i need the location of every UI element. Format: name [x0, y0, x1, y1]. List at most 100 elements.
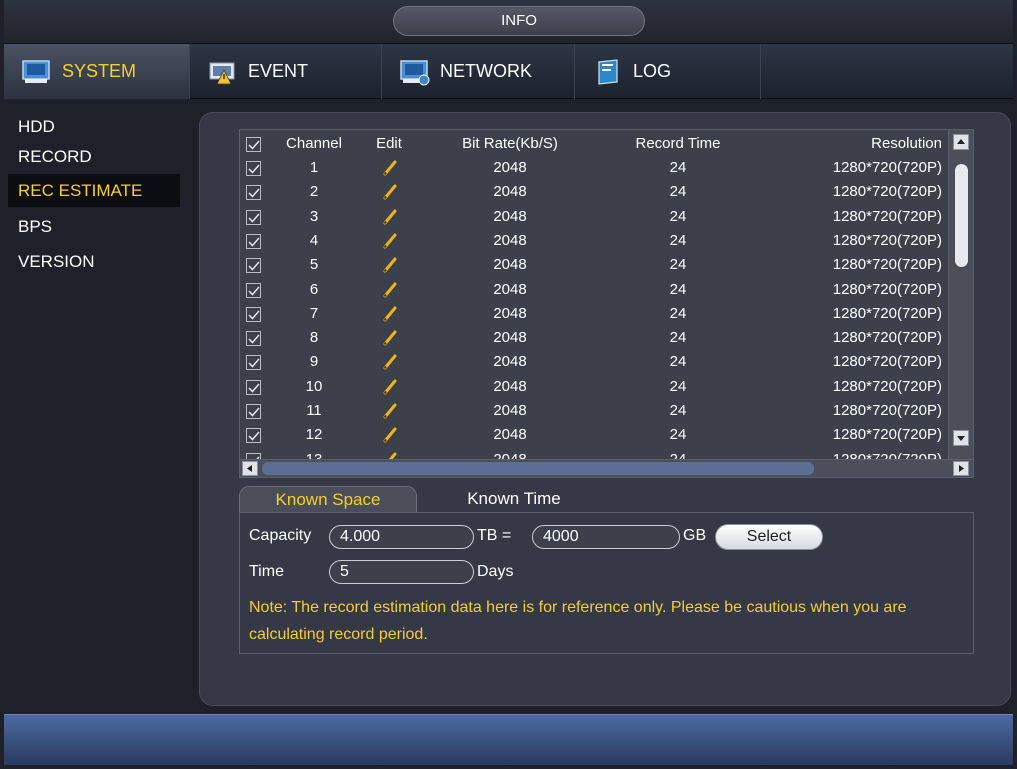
edit-pencil-icon[interactable] — [383, 160, 397, 180]
edit-pencil-icon[interactable] — [383, 233, 397, 253]
capacity-input[interactable]: 4.000 — [329, 525, 474, 549]
row-checkbox[interactable] — [246, 209, 261, 225]
channel-cell: 4 — [309, 231, 319, 249]
record-time-cell: 24 — [669, 402, 687, 419]
vertical-scroll-thumb[interactable] — [955, 164, 968, 267]
resolution-cell: 1280*720(720P) — [832, 353, 942, 371]
bitrate-cell: 2048 — [493, 256, 527, 274]
resolution-cell: 1280*720(720P) — [832, 280, 942, 298]
sidebar-item-record[interactable]: RECORD — [8, 140, 180, 173]
bitrate-cell: 2048 — [493, 402, 527, 419]
channel-cell: 9 — [309, 353, 319, 371]
header-resolution[interactable]: Resolution — [788, 132, 948, 156]
bottom-bar — [4, 714, 1013, 765]
edit-pencil-icon[interactable] — [383, 282, 397, 302]
resolution-cell: 1280*720(720P) — [832, 159, 942, 176]
edit-pencil-icon[interactable] — [383, 354, 397, 374]
table-row: 4 2048 24 1280*720(720P) — [240, 229, 948, 253]
tab-known-space[interactable]: Known Space — [239, 486, 417, 513]
vertical-scrollbar[interactable] — [948, 130, 973, 461]
channel-cell: 3 — [309, 207, 319, 225]
resolution-cell: 1280*720(720P) — [832, 329, 942, 347]
horizontal-scrollbar[interactable] — [240, 459, 973, 477]
row-checkbox[interactable] — [246, 404, 261, 419]
log-book-icon — [591, 58, 625, 86]
row-checkbox[interactable] — [246, 306, 261, 322]
table-row: 8 2048 24 1280*720(720P) — [240, 326, 948, 350]
bitrate-cell: 2048 — [493, 207, 527, 225]
row-checkbox[interactable] — [246, 185, 261, 201]
title-bar: INFO — [4, 0, 1013, 44]
channel-table: Channel Edit Bit Rate(Kb/S) Record Time … — [239, 129, 974, 478]
resolution-cell: 1280*720(720P) — [832, 377, 942, 395]
channel-cell: 1 — [309, 159, 319, 176]
table-row: 3 2048 24 1280*720(720P) — [240, 205, 948, 229]
header-record-time[interactable]: Record Time — [608, 132, 748, 156]
row-checkbox[interactable] — [246, 355, 261, 371]
scroll-up-icon[interactable] — [953, 134, 969, 150]
row-checkbox[interactable] — [246, 282, 261, 298]
network-monitor-icon — [398, 58, 432, 86]
tab-known-time[interactable]: Known Time — [425, 486, 603, 513]
header-channel[interactable]: Channel — [270, 132, 358, 156]
tab-label: SYSTEM — [62, 61, 137, 81]
record-time-cell: 24 — [669, 329, 687, 347]
gb-input[interactable]: 4000 — [532, 525, 680, 549]
system-monitor-icon — [20, 58, 54, 86]
record-time-cell: 24 — [669, 304, 687, 322]
sidebar-item-rec-estimate[interactable]: REC ESTIMATE — [8, 174, 180, 207]
tab-event[interactable]: EVENT — [190, 44, 382, 99]
tab-log[interactable]: LOG — [575, 44, 761, 99]
edit-pencil-icon[interactable] — [383, 330, 397, 350]
main-tab-bar: SYSTEM EVENT NETWORK LOG — [4, 44, 1013, 99]
table-header: Channel Edit Bit Rate(Kb/S) Record Time … — [240, 132, 948, 156]
edit-pencil-icon[interactable] — [383, 257, 397, 277]
bitrate-cell: 2048 — [493, 353, 527, 371]
row-checkbox[interactable] — [246, 233, 261, 249]
select-all-checkbox[interactable] — [246, 137, 261, 152]
resolution-cell: 1280*720(720P) — [832, 402, 942, 419]
resolution-cell: 1280*720(720P) — [832, 183, 942, 201]
row-checkbox[interactable] — [246, 428, 261, 444]
edit-pencil-icon[interactable] — [383, 403, 397, 423]
scroll-right-icon[interactable] — [953, 461, 969, 476]
edit-pencil-icon[interactable] — [383, 427, 397, 447]
record-time-cell: 24 — [669, 231, 687, 249]
scroll-left-icon[interactable] — [242, 461, 258, 476]
tb-label: TB = — [477, 527, 512, 544]
channel-cell: 5 — [309, 256, 319, 274]
resolution-cell: 1280*720(720P) — [832, 426, 942, 444]
edit-pencil-icon[interactable] — [383, 209, 397, 229]
bitrate-cell: 2048 — [493, 377, 527, 395]
tab-network[interactable]: NETWORK — [382, 44, 575, 99]
row-checkbox[interactable] — [246, 258, 261, 274]
record-time-cell: 24 — [669, 353, 687, 371]
record-time-cell: 24 — [669, 256, 687, 274]
row-checkbox[interactable] — [246, 379, 261, 395]
row-checkbox[interactable] — [246, 161, 261, 176]
channel-cell: 10 — [305, 377, 323, 395]
horizontal-scroll-thumb[interactable] — [262, 462, 814, 475]
sidebar: HDD RECORD REC ESTIMATE BPS VERSION — [4, 100, 190, 708]
sidebar-item-bps[interactable]: BPS — [8, 210, 180, 243]
edit-pencil-icon[interactable] — [383, 184, 397, 204]
edit-pencil-icon[interactable] — [383, 306, 397, 326]
header-edit[interactable]: Edit — [366, 132, 412, 156]
tab-system[interactable]: SYSTEM — [4, 44, 190, 99]
table-row: 5 2048 24 1280*720(720P) — [240, 253, 948, 277]
channel-cell: 2 — [309, 183, 319, 201]
sidebar-item-hdd[interactable]: HDD — [8, 110, 180, 143]
sidebar-item-version[interactable]: VERSION — [8, 245, 180, 278]
select-button[interactable]: Select — [715, 524, 823, 550]
resolution-cell: 1280*720(720P) — [832, 231, 942, 249]
edit-pencil-icon[interactable] — [383, 379, 397, 399]
time-input[interactable]: 5 — [329, 560, 474, 584]
row-checkbox[interactable] — [246, 331, 261, 347]
table-row: 12 2048 24 1280*720(720P) — [240, 423, 948, 447]
scroll-down-icon[interactable] — [953, 430, 969, 446]
estimate-note: Note: The record estimation data here is… — [249, 599, 907, 643]
bitrate-cell: 2048 — [493, 304, 527, 322]
table-row: 11 2048 24 1280*720(720P) — [240, 399, 948, 423]
header-bitrate[interactable]: Bit Rate(Kb/S) — [436, 132, 584, 156]
table-row: 9 2048 24 1280*720(720P) — [240, 350, 948, 374]
